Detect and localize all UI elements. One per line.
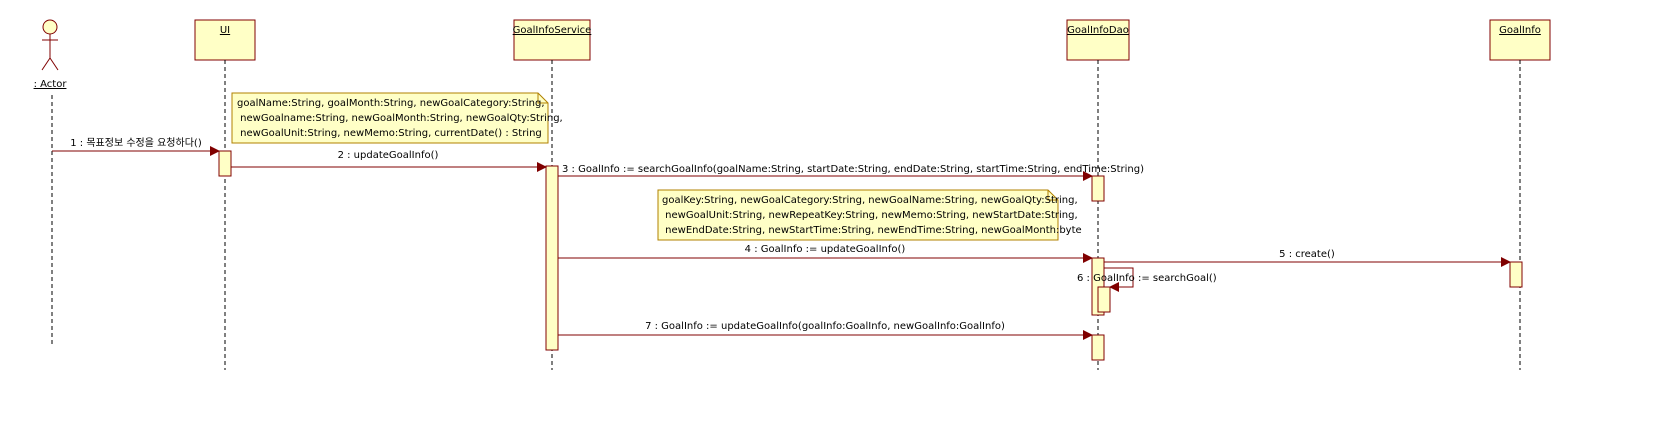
svg-text:5 : create(): 5 : create()	[1279, 249, 1335, 260]
actor-head-icon	[42, 19, 58, 35]
message-4[interactable]: 4 : GoalInfo := updateGoalInfo()	[558, 244, 1093, 263]
svg-text:2 : updateGoalInfo(): 2 : updateGoalInfo()	[338, 150, 439, 161]
actor-leg	[41, 57, 51, 71]
sequence-diagram: : Actor UI GoalInfoService GoalInfoDao G…	[34, 19, 1551, 370]
svg-text:1 : 목표정보 수정을 요청하다(): 1 : 목표정보 수정을 요청하다()	[70, 136, 202, 149]
message-7[interactable]: 7 : GoalInfo := updateGoalInfo(goalInfo:…	[558, 321, 1093, 340]
svg-text:6 : GoalInfo := searchGoal(): 6 : GoalInfo := searchGoal()	[1077, 273, 1217, 284]
actor-leg	[49, 57, 59, 71]
lifeline-service[interactable]: GoalInfoService	[513, 19, 592, 61]
message-5[interactable]: 5 : create()	[1104, 249, 1511, 267]
svg-text:newGoalUnit:String, newRepeatK: newGoalUnit:String, newRepeatKey:String,…	[662, 210, 1078, 221]
lifeline-ui[interactable]: UI	[194, 19, 256, 61]
service-activation	[545, 165, 559, 351]
svg-text:newEndDate:String, newStartTim: newEndDate:String, newStartTime:String, …	[662, 225, 1082, 236]
note-ui-params: goalName:String, goalMonth:String, newGo…	[231, 92, 563, 144]
svg-text:newGoalUnit:String, newMemo:St: newGoalUnit:String, newMemo:String, curr…	[237, 128, 542, 139]
goalinfo-activation	[1509, 261, 1523, 288]
dao-nested-activation	[1097, 286, 1111, 313]
svg-text:newGoalname:String, newGoalMon: newGoalname:String, newGoalMonth:String,…	[237, 113, 563, 124]
lifeline-dao-label: GoalInfoDao	[1067, 25, 1129, 36]
actor[interactable]: : Actor	[34, 19, 68, 90]
dao-activation	[1091, 175, 1105, 202]
svg-text:3 : GoalInfo := searchGoalInfo: 3 : GoalInfo := searchGoalInfo(goalName:…	[562, 164, 1144, 175]
svg-text:goalName:String, goalMonth:Str: goalName:String, goalMonth:String, newGo…	[237, 98, 545, 109]
note-update-params: goalKey:String, newGoalCategory:String, …	[657, 189, 1082, 241]
lifeline-service-label: GoalInfoService	[513, 25, 592, 36]
actor-label: : Actor	[34, 79, 68, 90]
message-3[interactable]: 3 : GoalInfo := searchGoalInfo(goalName:…	[558, 164, 1144, 181]
svg-text:goalKey:String, newGoalCategor: goalKey:String, newGoalCategory:String, …	[662, 195, 1078, 206]
message-1[interactable]: 1 : 목표정보 수정을 요청하다()	[52, 136, 220, 156]
ui-activation	[218, 150, 232, 177]
lifeline-goalinfo-label: GoalInfo	[1499, 25, 1541, 36]
lifeline-ui-label: UI	[220, 25, 230, 36]
lifeline-goalinfo[interactable]: GoalInfo	[1489, 19, 1551, 61]
svg-text:7 : GoalInfo := updateGoalInfo: 7 : GoalInfo := updateGoalInfo(goalInfo:…	[645, 321, 1005, 332]
lifeline-dao[interactable]: GoalInfoDao	[1066, 19, 1130, 61]
svg-text:4 : GoalInfo := updateGoalInfo: 4 : GoalInfo := updateGoalInfo()	[745, 244, 906, 255]
dao-activation	[1091, 334, 1105, 361]
message-2[interactable]: 2 : updateGoalInfo()	[231, 150, 547, 172]
